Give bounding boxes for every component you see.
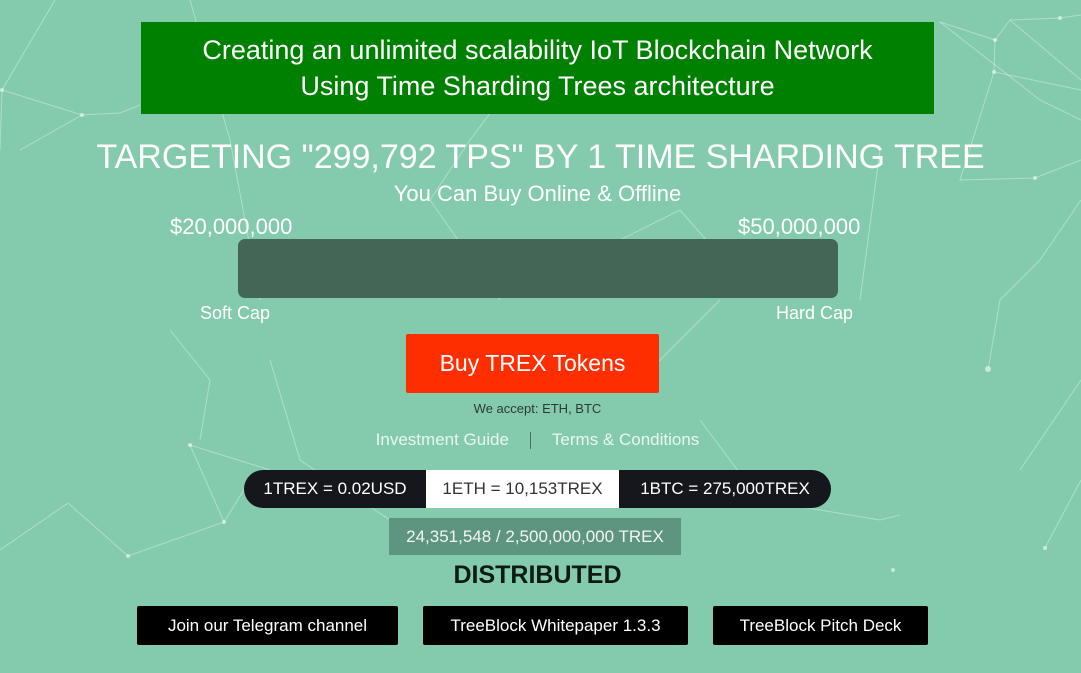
whitepaper-button[interactable]: TreeBlock Whitepaper 1.3.3 (423, 606, 688, 645)
investment-guide-link[interactable]: Investment Guide (376, 430, 509, 450)
distributed-count: 24,351,548 / 2,500,000,000 TREX (389, 518, 681, 555)
rate-btc-trex: 1BTC = 275,000TREX (619, 470, 831, 508)
subtitle: You Can Buy Online & Offline (393, 181, 682, 206)
hard-cap-label: Hard Cap (776, 303, 854, 323)
pitch-deck-button[interactable]: TreeBlock Pitch Deck (713, 606, 928, 645)
hero-banner: Creating an unlimited scalability IoT Bl… (141, 22, 934, 114)
banner-line-2: Using Time Sharding Trees architecture (300, 71, 775, 101)
rate-eth-trex: 1ETH = 10,153TREX (426, 470, 619, 508)
soft-cap-label: Soft Cap (200, 303, 271, 323)
terms-link[interactable]: Terms & Conditions (552, 430, 699, 450)
accepted-currencies: We accept: ETH, BTC (473, 401, 602, 416)
link-separator (529, 431, 531, 449)
exchange-rates: 1TREX = 0.02USD 1ETH = 10,153TREX 1BTC =… (244, 470, 831, 508)
rate-trex-usd: 1TREX = 0.02USD (244, 470, 426, 508)
banner-line-1: Creating an unlimited scalability IoT Bl… (202, 35, 873, 65)
distributed-label: DISTRIBUTED (453, 561, 622, 589)
info-links: Investment Guide Terms & Conditions (0, 430, 1075, 450)
headline: TARGETING "299,792 TPS" BY 1 TIME SHARDI… (96, 138, 985, 176)
funding-progress-bar (238, 239, 838, 298)
buy-tokens-button[interactable]: Buy TREX Tokens (406, 334, 659, 393)
hard-cap-amount: $50,000,000 (738, 214, 861, 239)
telegram-button[interactable]: Join our Telegram channel (137, 606, 398, 645)
soft-cap-amount: $20,000,000 (170, 214, 293, 239)
